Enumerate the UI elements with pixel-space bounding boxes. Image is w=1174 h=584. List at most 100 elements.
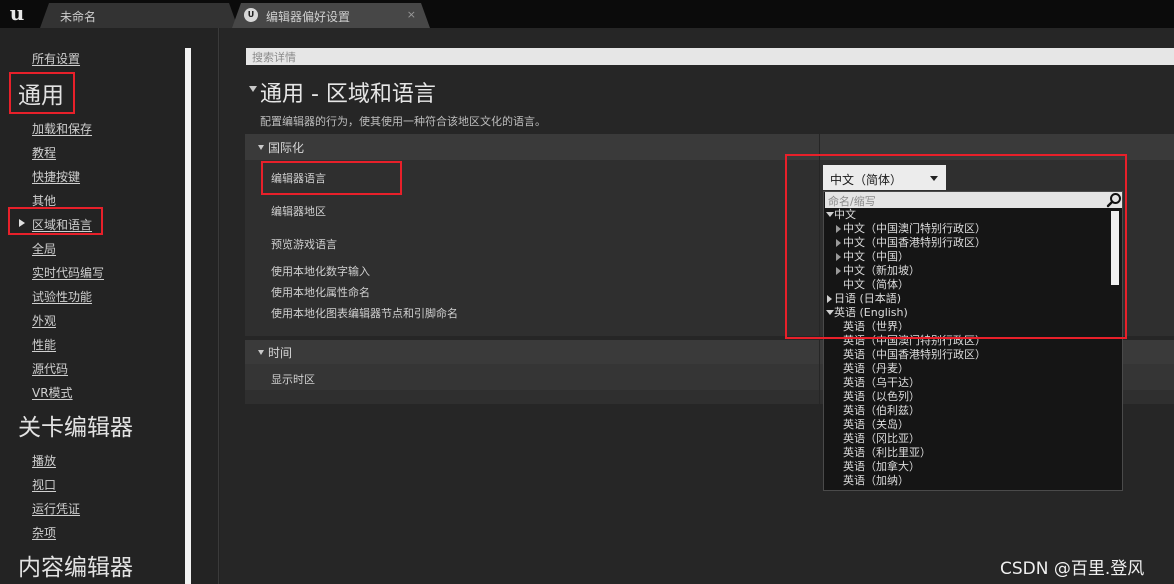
- dropdown-item-label: 英语（利比里亚）: [843, 446, 931, 459]
- tab-label: 未命名: [60, 10, 97, 24]
- unreal-logo-icon[interactable]: u: [6, 2, 28, 24]
- collapse-arrow-icon[interactable]: [836, 267, 841, 275]
- dropdown-item-label: 英语（世界）: [843, 320, 909, 333]
- sidebar-item-live-coding[interactable]: 实时代码编写: [32, 264, 104, 281]
- tab-editor-preferences[interactable]: U 编辑器偏好设置 ×: [232, 3, 430, 28]
- dropdown-item-label: 英语（丹麦）: [843, 362, 909, 375]
- expand-arrow-icon[interactable]: [258, 145, 264, 150]
- sidebar-section-level-editor[interactable]: 关卡编辑器: [18, 414, 133, 442]
- dropdown-item-label: 中文（中国香港特别行政区）: [843, 236, 986, 249]
- property-preview-game-language: 预览游戏语言: [271, 238, 337, 251]
- property-display-timezone: 显示时区: [271, 373, 315, 386]
- sidebar-item-play[interactable]: 播放: [32, 452, 56, 469]
- dropdown-item[interactable]: 中文（新加坡）: [824, 264, 1110, 278]
- dropdown-item[interactable]: 中文（中国香港特别行政区）: [824, 236, 1110, 250]
- dropdown-item[interactable]: 英语（加拿大）: [824, 460, 1110, 474]
- dropdown-item[interactable]: 英语（以色列）: [824, 390, 1110, 404]
- sidebar-item-experimental[interactable]: 试验性功能: [32, 288, 92, 305]
- dropdown-item[interactable]: 英语（冈比亚）: [824, 432, 1110, 446]
- search-details-input[interactable]: [246, 48, 1174, 65]
- dropdown-item[interactable]: 英语（世界）: [824, 320, 1110, 334]
- sidebar-item-misc[interactable]: 杂项: [32, 524, 56, 541]
- dropdown-item[interactable]: 英语（关岛）: [824, 418, 1110, 432]
- dropdown-item[interactable]: 英语（伯利兹）: [824, 404, 1110, 418]
- property-editor-language: 编辑器语言: [271, 172, 326, 185]
- expand-arrow-icon[interactable]: [258, 350, 264, 355]
- dropdown-item-label: 英语 (English): [834, 306, 908, 319]
- sidebar-item-region-language[interactable]: 区域和语言: [32, 216, 92, 233]
- page-description: 配置编辑器的行为，使其使用一种符合该地区文化的语言。: [260, 115, 546, 128]
- dropdown-item[interactable]: 英语 (English): [824, 306, 1110, 320]
- dropdown-item[interactable]: 中文（中国澳门特别行政区）: [824, 222, 1110, 236]
- dropdown-item-label: 中文（新加坡）: [843, 264, 920, 277]
- dropdown-item-label: 英语（以色列）: [843, 390, 920, 403]
- dropdown-item-label: 中文（中国澳门特别行政区）: [843, 222, 986, 235]
- sidebar-scrollbar[interactable]: [185, 48, 191, 584]
- dropdown-item-label: 中文（简体）: [843, 278, 909, 291]
- sidebar-section-general[interactable]: 通用: [18, 82, 64, 110]
- tab-untitled[interactable]: 未命名: [40, 3, 238, 28]
- dropdown-search-placeholder: 命名/缩写: [828, 195, 876, 208]
- unreal-icon: U: [244, 8, 258, 22]
- sidebar-section-content-editor[interactable]: 内容编辑器: [18, 554, 133, 582]
- dropdown-item-label: 英语（中国香港特别行政区）: [843, 348, 986, 361]
- chevron-down-icon[interactable]: [930, 176, 938, 181]
- dropdown-item-label: 中文（中国）: [843, 250, 909, 263]
- collapse-arrow-icon[interactable]: [836, 239, 841, 247]
- sidebar-item-performance[interactable]: 性能: [32, 336, 56, 353]
- dropdown-item-label: 日语 (日本語): [834, 292, 902, 305]
- category-label: 国际化: [268, 141, 305, 155]
- tab-label: 编辑器偏好设置: [266, 10, 351, 24]
- sidebar-item-run-credentials[interactable]: 运行凭证: [32, 500, 80, 517]
- dropdown-item[interactable]: 英语（中国澳门特别行政区）: [824, 334, 1110, 348]
- property-editor-locale: 编辑器地区: [271, 205, 326, 218]
- dropdown-item[interactable]: 英语（乌干达）: [824, 376, 1110, 390]
- collapse-arrow-icon[interactable]: [836, 225, 841, 233]
- search-icon[interactable]: [1106, 192, 1122, 208]
- property-localized-graph-node-names: 使用本地化图表编辑器节点和引脚命名: [271, 307, 458, 320]
- category-header-internationalization[interactable]: [245, 134, 1174, 160]
- dropdown-item-label: 英语（乌干达）: [843, 376, 920, 389]
- property-localized-numeric-input: 使用本地化数字输入: [271, 265, 370, 278]
- search-placeholder: 搜索详情: [252, 51, 296, 64]
- sidebar-item-vr-mode[interactable]: VR模式: [32, 384, 73, 401]
- sidebar-item-miscellaneous[interactable]: 其他: [32, 192, 56, 209]
- expand-arrow-icon[interactable]: [826, 310, 834, 315]
- collapse-arrow-icon[interactable]: [836, 253, 841, 261]
- dropdown-item[interactable]: 中文: [824, 208, 1110, 222]
- dropdown-item[interactable]: 英语（利比里亚）: [824, 446, 1110, 460]
- sidebar-item-source-code[interactable]: 源代码: [32, 360, 68, 377]
- sidebar-item-keyboard-shortcuts[interactable]: 快捷按键: [32, 168, 80, 185]
- dropdown-item[interactable]: 英语（加纳）: [824, 474, 1110, 488]
- dropdown-scrollbar[interactable]: [1111, 211, 1119, 285]
- page-title: 通用 - 区域和语言: [260, 82, 436, 107]
- column-divider[interactable]: [819, 134, 820, 336]
- dropdown-item[interactable]: 英语（丹麦）: [824, 362, 1110, 376]
- dropdown-item-label: 英语（加拿大）: [843, 460, 920, 473]
- dropdown-item[interactable]: 日语 (日本語): [824, 292, 1110, 306]
- expand-arrow-icon[interactable]: [826, 212, 834, 217]
- dropdown-item[interactable]: 中文（中国）: [824, 250, 1110, 264]
- dropdown-item-label: 英语（关岛）: [843, 418, 909, 431]
- sidebar-item-tutorials[interactable]: 教程: [32, 144, 56, 161]
- sidebar-item-loading-saving[interactable]: 加载和保存: [32, 120, 92, 137]
- close-icon[interactable]: ×: [407, 8, 416, 21]
- sidebar-item-viewports[interactable]: 视口: [32, 476, 56, 493]
- dropdown-item-label: 英语（伯利兹）: [843, 404, 920, 417]
- combo-selected-value: 中文（简体）: [830, 173, 903, 187]
- column-divider[interactable]: [819, 340, 820, 404]
- dropdown-item-label: 中文: [834, 208, 856, 221]
- selected-arrow-icon: [19, 219, 25, 227]
- collapse-arrow-icon[interactable]: [249, 86, 257, 92]
- dropdown-item-label: 英语（中国澳门特别行政区）: [843, 334, 986, 347]
- sidebar-divider: [218, 28, 219, 584]
- sidebar-item-appearance[interactable]: 外观: [32, 312, 56, 329]
- dropdown-item[interactable]: 中文（简体）: [824, 278, 1110, 292]
- property-localized-property-names: 使用本地化属性命名: [271, 286, 370, 299]
- dropdown-item-label: 英语（加纳）: [843, 474, 909, 487]
- collapse-arrow-icon[interactable]: [827, 295, 832, 303]
- sidebar-item-global[interactable]: 全局: [32, 240, 56, 257]
- dropdown-item[interactable]: 英语（中国香港特别行政区）: [824, 348, 1110, 362]
- category-label: 时间: [268, 346, 293, 360]
- sidebar-item-all-settings[interactable]: 所有设置: [32, 50, 80, 67]
